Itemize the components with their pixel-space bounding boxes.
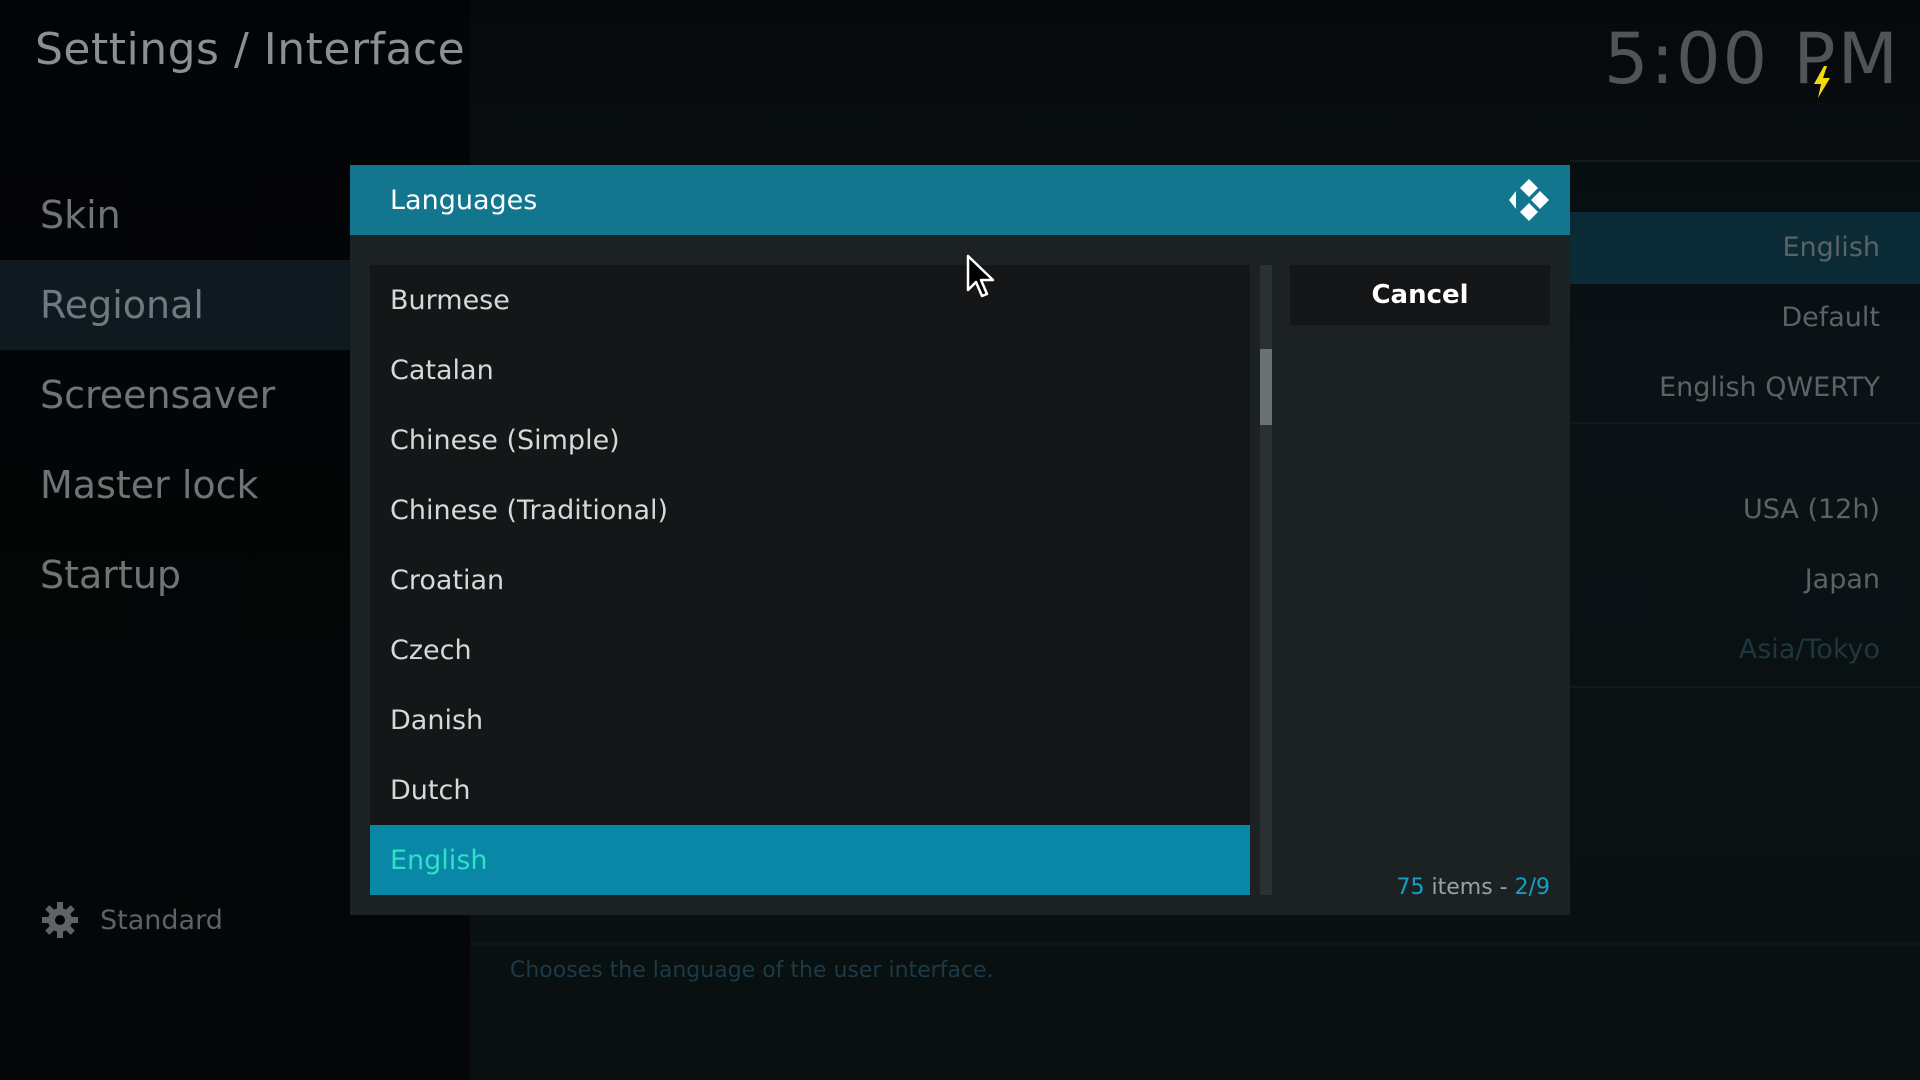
- scrollbar-thumb[interactable]: [1260, 349, 1272, 425]
- list-item[interactable]: Czech: [370, 615, 1250, 685]
- mouse-cursor-icon: [966, 254, 995, 298]
- page-title: Settings / Interface: [35, 24, 466, 75]
- list-item[interactable]: Chinese (Simple): [370, 405, 1250, 475]
- item-count: 75 items - 2/9: [1397, 875, 1551, 900]
- setting-value-region[interactable]: USA (12h): [1743, 494, 1880, 525]
- languages-dialog: Languages Burmese Catalan Chinese (Simpl…: [350, 165, 1570, 915]
- dialog-header: Languages: [350, 165, 1570, 235]
- list-item[interactable]: Dutch: [370, 755, 1250, 825]
- setting-value-charset[interactable]: Default: [1781, 302, 1880, 333]
- setting-value-timezone[interactable]: Asia/Tokyo: [1739, 634, 1880, 665]
- list-item[interactable]: Danish: [370, 685, 1250, 755]
- kodi-logo-icon: [1509, 179, 1549, 221]
- list-item[interactable]: Chinese (Traditional): [370, 475, 1250, 545]
- page-indicator: 2/9: [1514, 875, 1550, 900]
- bolt-icon: [1814, 66, 1830, 98]
- cancel-button[interactable]: Cancel: [1290, 265, 1550, 325]
- divider: [1570, 686, 1920, 688]
- list-item-selected[interactable]: English: [370, 825, 1250, 895]
- divider: [1570, 422, 1920, 424]
- dialog-title: Languages: [390, 184, 538, 216]
- list-item[interactable]: Catalan: [370, 335, 1250, 405]
- language-list[interactable]: Burmese Catalan Chinese (Simple) Chinese…: [370, 265, 1250, 895]
- list-scrollbar[interactable]: [1260, 265, 1272, 895]
- list-item[interactable]: Burmese: [370, 265, 1250, 335]
- divider: [1570, 160, 1920, 162]
- setting-value-language[interactable]: English: [1783, 232, 1881, 263]
- setting-description: Chooses the language of the user interfa…: [510, 958, 994, 983]
- clock: 5:00 PM: [1603, 18, 1900, 100]
- divider: [470, 943, 1920, 945]
- item-count-label: items -: [1424, 875, 1515, 900]
- list-item[interactable]: Croatian: [370, 545, 1250, 615]
- setting-value-keyboard[interactable]: English QWERTY: [1659, 372, 1880, 403]
- gear-icon: [42, 902, 78, 938]
- settings-level-toggle[interactable]: Standard: [40, 900, 223, 940]
- setting-value-timezone-country[interactable]: Japan: [1805, 564, 1880, 595]
- settings-level-label: Standard: [100, 904, 223, 936]
- item-count-number: 75: [1396, 875, 1425, 900]
